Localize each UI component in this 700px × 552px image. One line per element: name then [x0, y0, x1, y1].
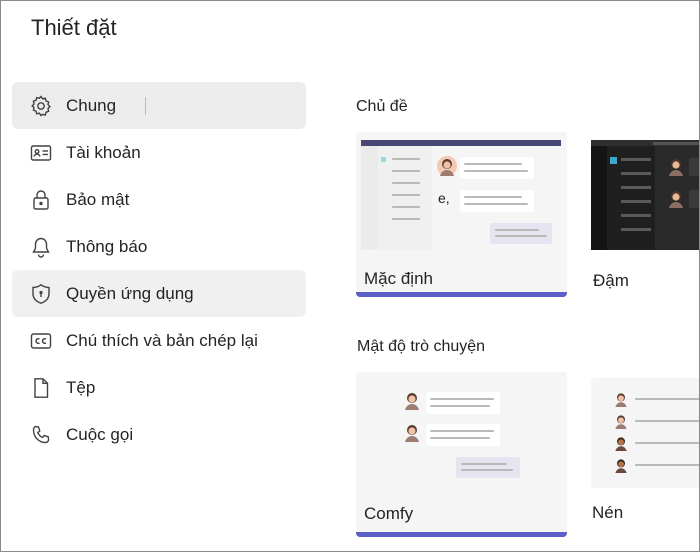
selected-indicator	[356, 292, 567, 297]
nav-item-label: Chú thích và bản chép lại	[66, 330, 258, 350]
theme-option-label: Đậm	[593, 271, 629, 290]
preview-text: e,	[438, 190, 450, 206]
avatar	[613, 413, 629, 429]
lock-icon	[28, 187, 54, 213]
theme-option-dark[interactable]: Đậm	[591, 132, 699, 297]
nav-item-general[interactable]: Chung	[12, 82, 306, 129]
nav-item-label: Chung	[66, 95, 117, 115]
file-icon	[28, 375, 54, 401]
theme-preview-default: e,	[356, 132, 567, 252]
theme-preview-dark	[591, 140, 699, 250]
nav-item-label: Cuộc gọi	[66, 424, 134, 444]
density-option-compact[interactable]: Nén	[591, 378, 699, 537]
density-option-label: Comfy	[364, 504, 414, 523]
nav-item-label: Tệp	[66, 377, 96, 397]
theme-option-default[interactable]: e, Mặc định	[356, 132, 567, 297]
shield-icon	[28, 281, 54, 307]
nav-item-app-permissions[interactable]: Quyền ứng dụng	[12, 270, 306, 317]
phone-icon	[28, 422, 54, 448]
nav-item-label: Thông báo	[66, 236, 148, 256]
avatar	[666, 156, 686, 176]
nav-item-label: Tài khoản	[66, 142, 141, 162]
avatar	[402, 390, 422, 410]
nav-item-label: Bảo mật	[66, 189, 130, 209]
density-option-comfy[interactable]: Comfy	[356, 372, 567, 537]
nav-item-captions[interactable]: Chú thích và bản chép lại	[12, 317, 306, 364]
cc-icon	[28, 328, 54, 354]
nav-item-account[interactable]: Tài khoản	[12, 129, 306, 176]
density-option-label: Nén	[592, 503, 624, 522]
id-card-icon	[28, 140, 54, 166]
settings-window: Thiết đặt Chung Tài khoản Bảo mật Thông …	[0, 0, 700, 552]
selected-indicator	[356, 532, 567, 537]
text-caret	[145, 97, 146, 115]
gear-icon	[28, 93, 54, 119]
avatar	[666, 188, 686, 208]
density-preview-compact	[591, 378, 699, 488]
avatar	[613, 391, 629, 407]
nav-item-files[interactable]: Tệp	[12, 364, 306, 411]
nav-item-calls[interactable]: Cuộc gọi	[12, 411, 306, 458]
page-title: Thiết đặt	[31, 15, 117, 40]
settings-nav: Chung Tài khoản Bảo mật Thông báo Quyền …	[12, 82, 306, 458]
density-preview-comfy	[356, 372, 567, 490]
nav-item-security[interactable]: Bảo mật	[12, 176, 306, 223]
avatar	[613, 457, 629, 473]
avatar	[402, 422, 422, 442]
avatar	[613, 435, 629, 451]
bell-icon	[28, 234, 54, 260]
theme-heading: Chủ đề	[356, 98, 408, 115]
theme-option-label: Mặc định	[364, 269, 433, 288]
nav-item-label: Quyền ứng dụng	[66, 283, 194, 303]
density-heading: Mật độ trò chuyện	[357, 338, 486, 355]
avatar	[437, 156, 457, 176]
nav-item-notifications[interactable]: Thông báo	[12, 223, 306, 270]
